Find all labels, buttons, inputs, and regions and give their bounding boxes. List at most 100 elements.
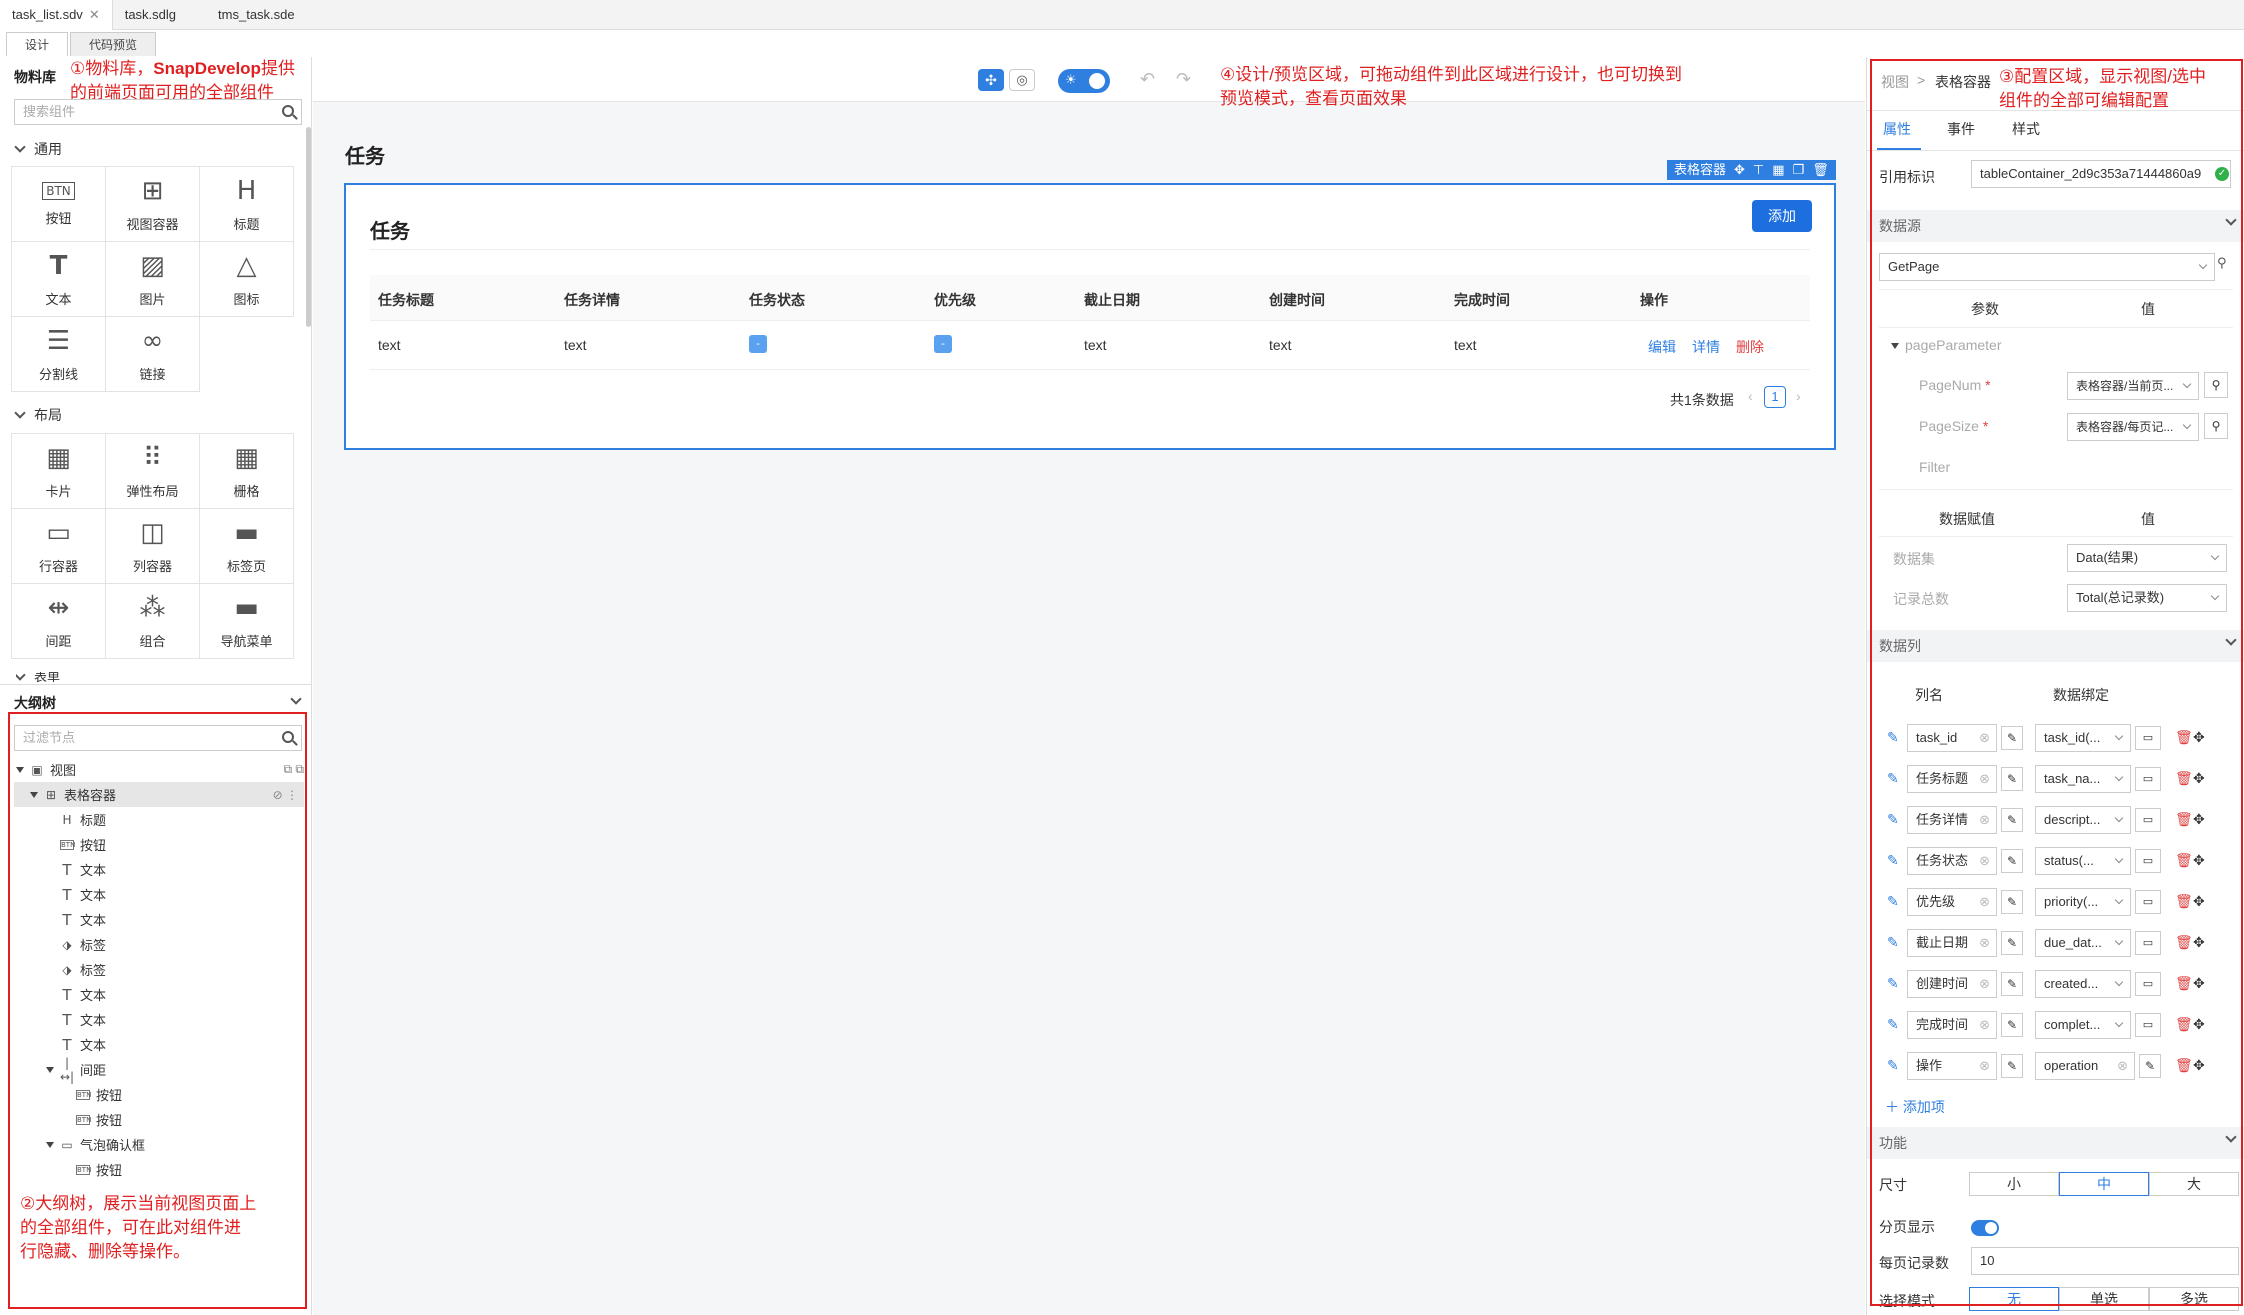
component-spacing[interactable]: ⇹ 间距 <box>11 583 106 659</box>
component-link[interactable]: ∞ 链接 <box>105 316 200 392</box>
component-tabs[interactable]: ▬ 标签页 <box>199 508 294 584</box>
file-tab-task-sdlg[interactable]: task.sdlg <box>113 0 188 30</box>
annotation-library: ①物料库，SnapDevelop提供 的前端页面可用的全部组件 <box>70 59 295 102</box>
column-header: 任务详情 <box>564 292 620 308</box>
component-flex[interactable]: ⠿ 弹性布局 <box>105 433 200 509</box>
group-common[interactable]: 通用 <box>14 139 62 159</box>
flex-icon: ⠿ <box>142 442 163 473</box>
component-row-container[interactable]: ▭ 行容器 <box>11 508 106 584</box>
file-tab-label: tms_task.sde <box>218 7 295 22</box>
close-icon[interactable]: ✕ <box>89 0 100 30</box>
component-combo[interactable]: ⁂ 组合 <box>105 583 200 659</box>
card-title: 任务 <box>370 221 410 243</box>
detail-link[interactable]: 详情 <box>1692 337 1720 357</box>
add-button[interactable]: 添加 <box>1752 200 1812 232</box>
chevron-down-icon <box>14 141 26 153</box>
annotation-frame-outline <box>8 712 307 1309</box>
delete-link[interactable]: 删除 <box>1736 337 1764 357</box>
priority-tag: - <box>934 335 952 353</box>
divider <box>370 249 1810 250</box>
page-number[interactable]: 1 <box>1764 386 1786 408</box>
component-grid[interactable]: ▦ 栅格 <box>199 433 294 509</box>
column-container-icon: ◫ <box>140 517 165 548</box>
search-icon[interactable] <box>282 105 294 117</box>
prev-page-icon[interactable]: ‹ <box>1748 388 1753 404</box>
toggle-knob <box>1089 73 1105 89</box>
preview-mode-icon[interactable]: ◎ <box>1009 69 1035 91</box>
edit-link[interactable]: 编辑 <box>1648 337 1676 357</box>
page-title: 任务 <box>345 146 385 168</box>
redo-icon[interactable]: ↷ <box>1176 69 1191 90</box>
component-card[interactable]: ▦ 卡片 <box>11 433 106 509</box>
table-container[interactable]: 任务 添加 任务标题 任务详情 任务状态 优先级 截止日期 创建时间 完成时间 … <box>344 183 1836 450</box>
group-layout[interactable]: 布局 <box>14 405 62 425</box>
grid-icon[interactable]: ▦ <box>1772 160 1784 180</box>
link-icon: ∞ <box>141 325 164 356</box>
table-cell: text <box>1454 337 1477 353</box>
view-container-icon: ⊞ <box>141 175 164 206</box>
design-mode-icon[interactable]: ✣ <box>978 69 1004 91</box>
column-header: 优先级 <box>934 292 976 308</box>
table-cell: text <box>564 337 587 353</box>
config-panel: 视图 > 表格容器 ③配置区域，显示视图/选中 组件的全部可编辑配置 属性 事件… <box>1866 57 2244 1315</box>
file-tab-tms-task[interactable]: tms_task.sde <box>188 0 307 30</box>
layout-components-grid: ▦ 卡片 ⠿ 弹性布局 ▦ 栅格 ▭ 行容器 ◫ 列容器 ▬ 标签页 ⇹ 间距 ⁂ 组合 ▬ 导航… <box>11 433 295 659</box>
select-parent-icon[interactable]: ⊤ <box>1753 160 1764 180</box>
column-header: 截止日期 <box>1084 292 1140 308</box>
table-cell: text <box>378 337 401 353</box>
row-container-icon: ▭ <box>46 517 71 548</box>
component-nav-menu[interactable]: ▬ 导航菜单 <box>199 583 294 659</box>
divider <box>0 684 312 685</box>
trash-icon[interactable]: 🗑 <box>1812 160 1829 180</box>
library-scrollbar[interactable] <box>306 127 311 327</box>
grid-icon: ▦ <box>234 442 259 473</box>
component-button[interactable]: BTN 按钮 <box>11 166 106 242</box>
component-icon[interactable]: △ 图标 <box>199 241 294 317</box>
column-header: 创建时间 <box>1269 292 1325 308</box>
container-tag: 表格容器 <box>1674 162 1727 177</box>
move-icon[interactable]: ✥ <box>1734 160 1745 180</box>
file-tab-bar: task_list.sdv ✕ task.sdlg tms_task.sde <box>0 0 2244 30</box>
component-view-container[interactable]: ⊞ 视图容器 <box>105 166 200 242</box>
file-tab-label: task_list.sdv <box>12 7 83 22</box>
heading-icon: H <box>236 175 257 206</box>
next-page-icon[interactable]: › <box>1796 388 1801 404</box>
library-title: 物料库 <box>14 69 56 85</box>
tabs-icon: ▬ <box>234 517 259 548</box>
copy-icon[interactable]: ❐ <box>1793 160 1805 180</box>
component-divider[interactable]: ☰ 分割线 <box>11 316 106 392</box>
status-tag: - <box>749 335 767 353</box>
text-icon: T <box>49 250 68 281</box>
row-divider <box>370 369 1810 370</box>
container-toolbar: 表格容器 ✥ ⊤ ▦ ❐ 🗑 <box>1667 160 1836 180</box>
column-header: 任务标题 <box>378 292 434 308</box>
component-text[interactable]: T 文本 <box>11 241 106 317</box>
column-header: 操作 <box>1640 292 1668 308</box>
left-panel: 物料库 ①物料库，SnapDevelop提供 的前端页面可用的全部组件 搜索组件… <box>0 57 312 1315</box>
component-column-container[interactable]: ◫ 列容器 <box>105 508 200 584</box>
group-form[interactable]: 表单 <box>16 672 60 682</box>
mode-tabs: 设计 代码预览 <box>0 32 157 56</box>
theme-toggle[interactable]: ☀ <box>1058 69 1110 93</box>
chevron-down-icon[interactable] <box>290 693 302 705</box>
file-tab-label: task.sdlg <box>124 7 177 22</box>
common-components-grid: BTN 按钮 ⊞ 视图容器 H 标题 T 文本 ▨ 图片 △ 图标 ☰ 分割线 ∞ 链接 <box>11 166 295 392</box>
divider-icon: ☰ <box>46 325 71 356</box>
component-image[interactable]: ▨ 图片 <box>105 241 200 317</box>
nav-menu-icon: ▬ <box>234 592 259 623</box>
column-header: 完成时间 <box>1454 292 1510 308</box>
column-header: 任务状态 <box>749 292 805 308</box>
component-heading[interactable]: H 标题 <box>199 166 294 242</box>
component-search-input[interactable]: 搜索组件 <box>14 99 302 125</box>
chevron-down-icon <box>14 407 26 419</box>
card-icon: ▦ <box>46 442 71 473</box>
total-count: 共1条数据 <box>1670 392 1734 408</box>
annotation-frame-config <box>1870 59 2243 1306</box>
file-tab-task-list[interactable]: task_list.sdv ✕ <box>0 0 113 30</box>
spacing-icon: ⇹ <box>47 592 70 623</box>
table-cell: text <box>1084 337 1107 353</box>
undo-icon[interactable]: ↶ <box>1140 69 1155 90</box>
tab-design[interactable]: 设计 <box>6 32 69 56</box>
tab-code-preview[interactable]: 代码预览 <box>70 32 157 56</box>
table-cell: text <box>1269 337 1292 353</box>
